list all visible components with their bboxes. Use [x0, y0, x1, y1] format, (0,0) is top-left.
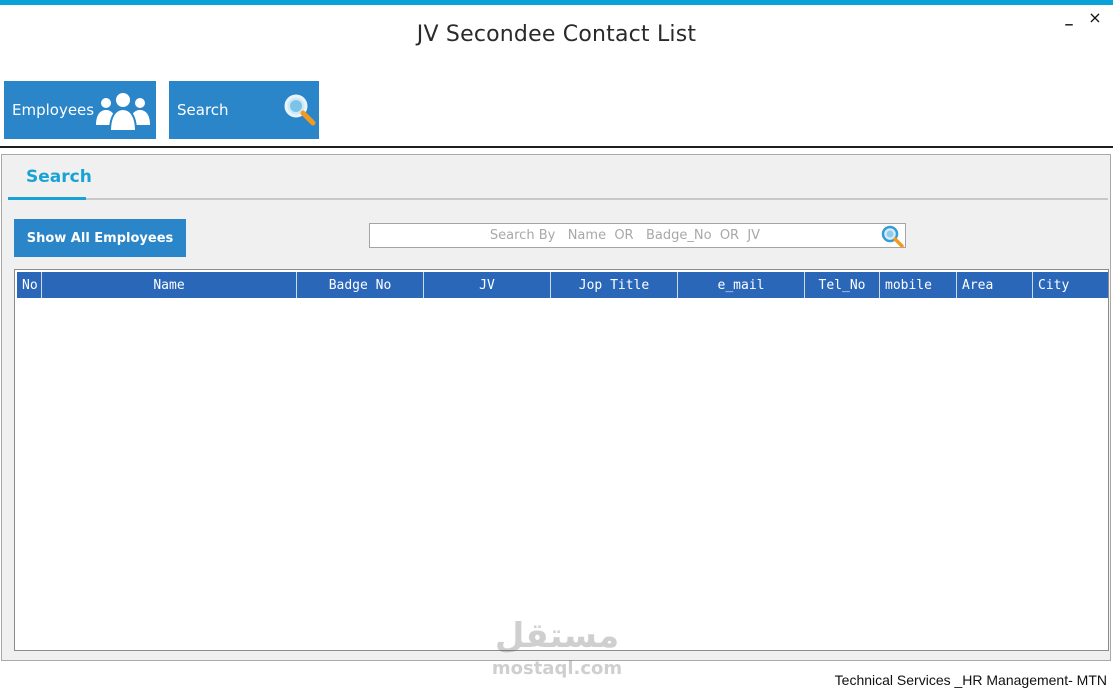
footer-credit: Technical Services _HR Management- MTN — [834, 672, 1107, 688]
tab-strip-divider — [86, 198, 1108, 200]
search-panel: Search Show All Employees No Name Badge … — [1, 154, 1111, 661]
show-all-employees-button[interactable]: Show All Employees — [14, 219, 186, 257]
tab-search[interactable]: Search — [8, 167, 92, 201]
column-header-jv[interactable]: JV — [424, 272, 551, 298]
column-header-mobile[interactable]: mobile — [880, 272, 957, 298]
column-header-city[interactable]: City — [1033, 272, 1108, 298]
window-title: JV Secondee Contact List — [416, 22, 697, 47]
column-header-tel-no[interactable]: Tel_No — [805, 272, 880, 298]
column-header-job-title[interactable]: Jop Title — [551, 272, 678, 298]
search-tile-button[interactable]: Search — [169, 81, 319, 139]
search-input[interactable] — [370, 224, 880, 247]
search-tile-label: Search — [177, 101, 229, 119]
minimize-button[interactable]: _ — [1058, 6, 1080, 28]
watermark: مستقل mostaql.com — [487, 616, 627, 686]
column-header-name[interactable]: Name — [42, 272, 297, 298]
employees-tile-button[interactable]: Employees — [4, 81, 156, 139]
column-header-area[interactable]: Area — [957, 272, 1033, 298]
table-header: No Name Badge No JV Jop Title e_mail Tel… — [17, 272, 1108, 298]
employees-table[interactable]: No Name Badge No JV Jop Title e_mail Tel… — [14, 269, 1109, 651]
column-header-email[interactable]: e_mail — [678, 272, 805, 298]
employees-tile-label: Employees — [12, 101, 95, 119]
tab-search-label: Search — [26, 167, 92, 187]
header-divider — [0, 146, 1113, 148]
tab-active-indicator — [8, 197, 86, 200]
watermark-latin: mostaql.com — [491, 658, 623, 679]
watermark-arabic: مستقل — [494, 616, 620, 656]
search-icon[interactable] — [880, 224, 905, 248]
magnifier-icon — [284, 94, 316, 126]
people-icon — [96, 93, 150, 132]
search-box — [369, 223, 906, 248]
column-header-badge-no[interactable]: Badge No — [297, 272, 424, 298]
table-body — [17, 300, 1106, 648]
window-accent-bar — [0, 0, 1113, 5]
close-button[interactable]: × — [1084, 6, 1106, 28]
column-header-no[interactable]: No — [17, 272, 42, 298]
